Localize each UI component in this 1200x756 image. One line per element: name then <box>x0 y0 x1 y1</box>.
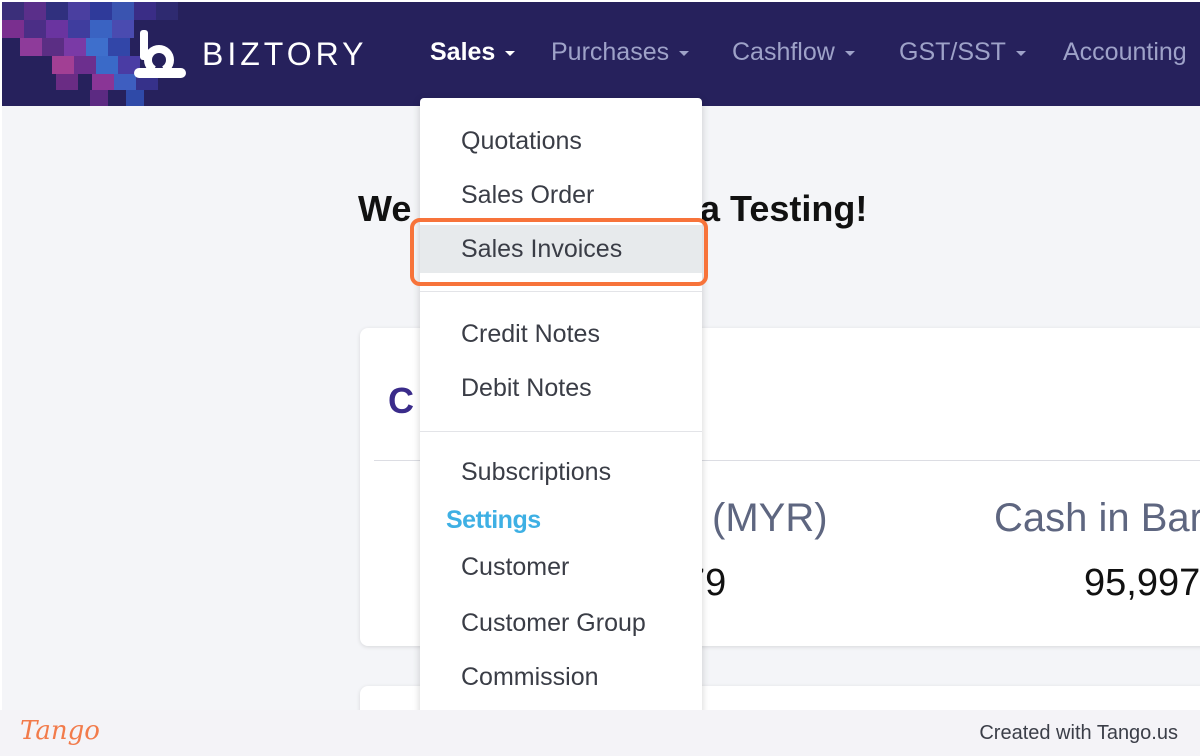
nav-purchases-label: Purchases <box>551 38 670 66</box>
tango-logo: Tango <box>20 716 100 746</box>
nav-sales[interactable]: Sales <box>430 38 516 67</box>
top-navbar: BIZTORY Sales Purchases Cashflow GST/SST… <box>2 2 1200 106</box>
menu-item-sales-order[interactable]: Sales Order <box>420 171 702 219</box>
brand-logo[interactable]: BIZTORY <box>134 28 368 80</box>
welcome-text-end: a Testing! <box>700 188 868 229</box>
brand-name: BIZTORY <box>202 35 368 72</box>
menu-item-customer-group[interactable]: Customer Group <box>420 599 702 647</box>
nav-accounting[interactable]: Accounting <box>1063 38 1187 67</box>
nav-purchases[interactable]: Purchases <box>551 38 690 67</box>
nav-sales-label: Sales <box>430 38 496 66</box>
menu-item-quotations[interactable]: Quotations <box>420 117 702 165</box>
created-with-text: Created with Tango.us <box>979 722 1178 744</box>
biztory-logo-icon <box>134 30 186 78</box>
welcome-heading: We a Testing! <box>358 188 867 230</box>
screenshot-frame: BIZTORY Sales Purchases Cashflow GST/SST… <box>0 0 1200 756</box>
chevron-down-icon <box>1015 51 1026 56</box>
nav-accounting-label: Accounting <box>1063 38 1187 66</box>
stat-label-cash-in-bank: Cash in Bar <box>994 496 1200 540</box>
card-title: C <box>388 380 414 421</box>
menu-item-commission[interactable]: Commission <box>420 653 702 701</box>
chevron-down-icon <box>679 51 690 56</box>
menu-section-settings: Settings <box>446 506 541 534</box>
stat-label-currency: (MYR) <box>712 496 828 540</box>
app-window: BIZTORY Sales Purchases Cashflow GST/SST… <box>2 2 1200 710</box>
nav-gst-sst-label: GST/SST <box>899 38 1006 66</box>
menu-item-customer[interactable]: Customer <box>420 543 702 591</box>
tango-footer: Tango Created with Tango.us <box>0 710 1200 756</box>
menu-divider <box>420 431 702 432</box>
sales-dropdown-menu: Quotations Sales Order Sales Invoices Cr… <box>420 98 702 710</box>
menu-item-credit-notes[interactable]: Credit Notes <box>420 310 702 358</box>
stat-value-cash-in-bank: 95,997 <box>1084 562 1200 604</box>
nav-gst-sst[interactable]: GST/SST <box>899 38 1026 67</box>
nav-cashflow[interactable]: Cashflow <box>732 38 855 67</box>
menu-divider <box>420 291 702 292</box>
chevron-down-icon <box>505 51 516 56</box>
click-highlight-box <box>410 218 708 286</box>
menu-item-debit-notes[interactable]: Debit Notes <box>420 364 702 412</box>
chevron-down-icon <box>844 51 855 56</box>
welcome-text-start: We <box>358 188 412 229</box>
nav-cashflow-label: Cashflow <box>732 38 835 66</box>
menu-item-subscriptions[interactable]: Subscriptions <box>420 448 702 496</box>
